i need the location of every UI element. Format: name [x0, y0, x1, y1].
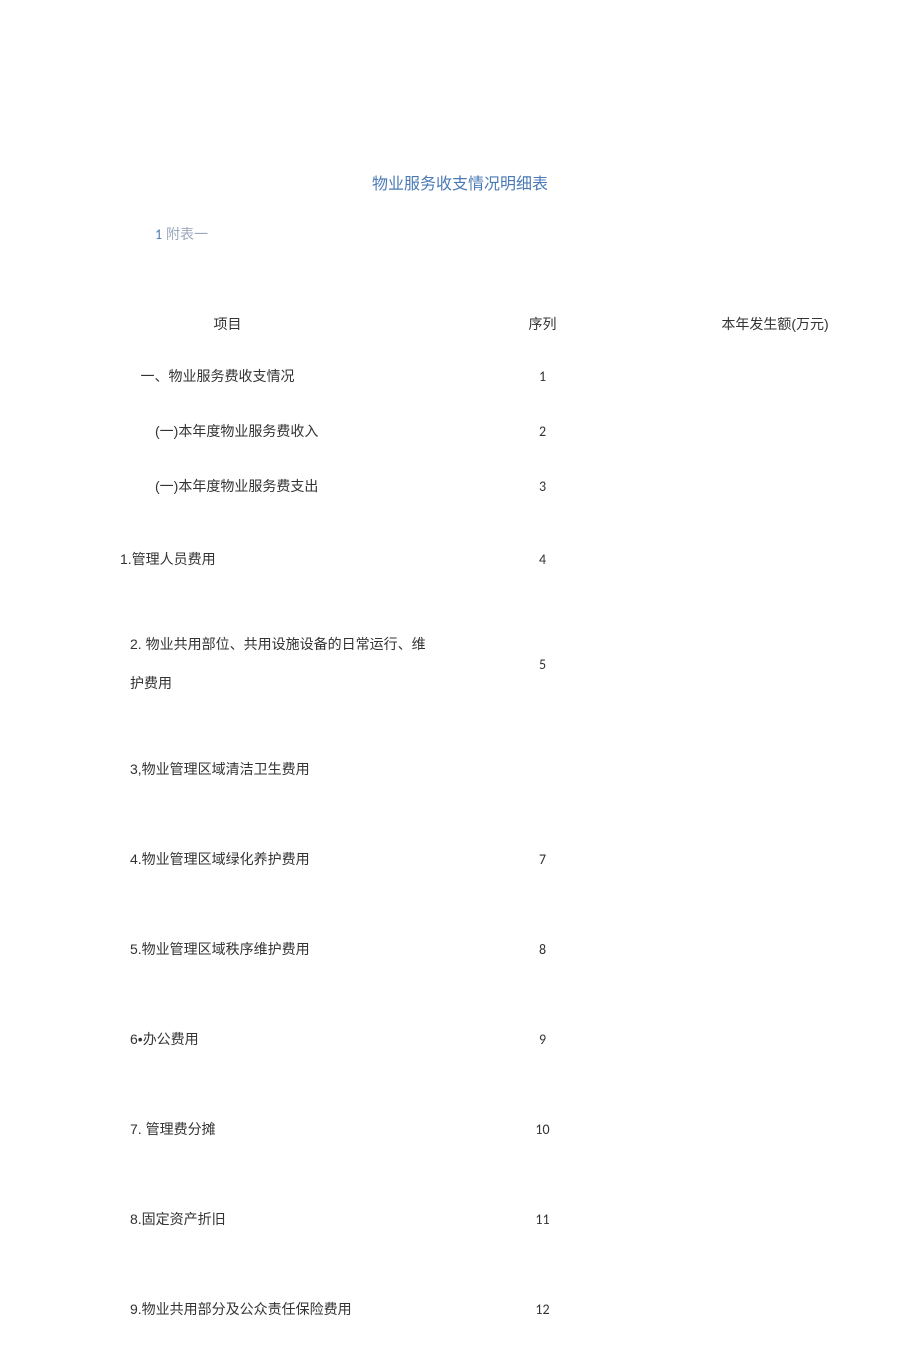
cell-item: 4.物业管理区域绿化养护费用: [0, 848, 455, 870]
cell-item: 一、物业服务费收支情况: [0, 365, 455, 387]
cell-seq: 5: [455, 656, 630, 673]
cell-item: 3,物业管理区域清洁卫生费用: [0, 758, 455, 780]
header-amount: 本年发生额(万元): [630, 314, 920, 334]
cell-seq: 10: [455, 1121, 630, 1138]
cell-item: 8.固定资产折旧: [0, 1208, 455, 1230]
table-row: 8.固定资产折旧 11: [0, 1174, 920, 1264]
cell-seq: 12: [455, 1301, 630, 1318]
subtitle-label: 附表一: [162, 226, 208, 242]
cell-item: 9.物业共用部分及公众责任保险费用: [0, 1298, 455, 1320]
cell-item: (一)本年度物业服务费收入: [0, 420, 455, 442]
page-title: 物业服务收支情况明细表: [0, 0, 920, 194]
cell-seq: 3: [455, 478, 630, 495]
cell-item: (一)本年度物业服务费支出: [0, 475, 455, 497]
cell-seq: 4: [455, 551, 630, 568]
detail-table: 项目 序列 本年发生额(万元) 一、物业服务费收支情况 1 (一)本年度物业服务…: [0, 244, 920, 1354]
table-row: (一)本年度物业服务费收入 2: [0, 404, 920, 459]
table-row: 7. 管理费分摊 10: [0, 1084, 920, 1174]
cell-seq: 1: [455, 368, 630, 385]
cell-item: 7. 管理费分摊: [0, 1118, 455, 1140]
cell-item: 2. 物业共用部位、共用设施设备的日常运行、维护费用: [0, 625, 455, 703]
subtitle: 1 附表一: [0, 194, 920, 244]
cell-item: 1.管理人员费用: [0, 548, 455, 570]
table-row: 2. 物业共用部位、共用设施设备的日常运行、维护费用 5: [0, 604, 920, 724]
table-row: 6•办公费用 9: [0, 994, 920, 1084]
table-row: 5.物业管理区域秩序维护费用 8: [0, 904, 920, 994]
cell-item: 5.物业管理区域秩序维护费用: [0, 938, 455, 960]
header-seq: 序列: [455, 314, 630, 334]
cell-seq: 7: [455, 851, 630, 868]
table-row: (一)本年度物业服务费支出 3: [0, 459, 920, 514]
cell-seq: 11: [455, 1211, 630, 1228]
cell-seq: 9: [455, 1031, 630, 1048]
table-row: 9.物业共用部分及公众责任保险费用 12: [0, 1264, 920, 1354]
table-row: 4.物业管理区域绿化养护费用 7: [0, 814, 920, 904]
cell-item: 6•办公费用: [0, 1028, 455, 1050]
table-row: 3,物业管理区域清洁卫生费用: [0, 724, 920, 814]
cell-seq: 8: [455, 941, 630, 958]
table-row: 1.管理人员费用 4: [0, 514, 920, 604]
header-item: 项目: [0, 313, 455, 335]
cell-seq: 2: [455, 423, 630, 440]
table-row: 一、物业服务费收支情况 1: [0, 349, 920, 404]
table-header-row: 项目 序列 本年发生额(万元): [0, 299, 920, 349]
